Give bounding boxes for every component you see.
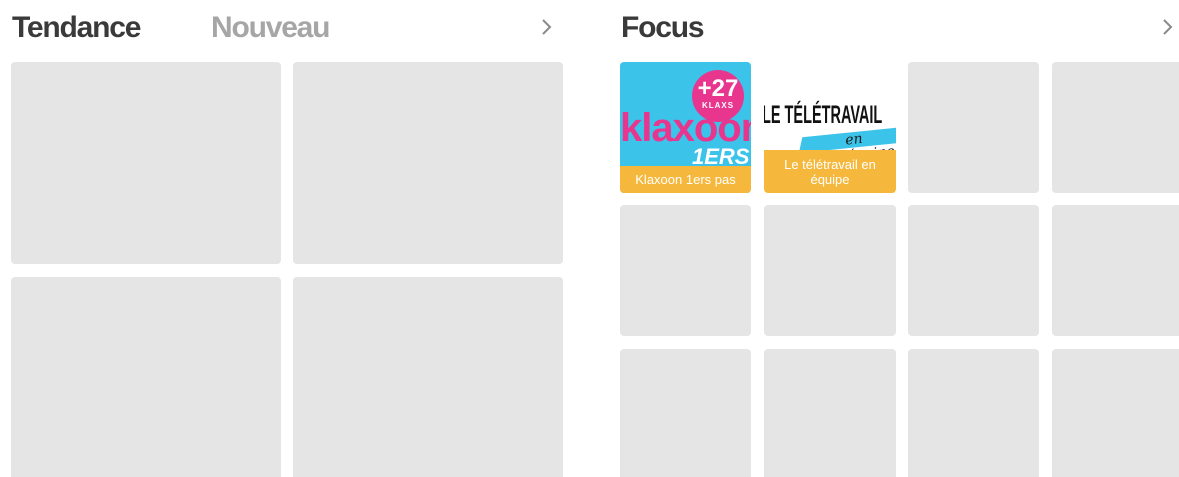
focus-placeholder-tile	[908, 205, 1039, 336]
focus-placeholder-tile	[620, 349, 751, 477]
trending-placeholder-tile	[293, 62, 563, 264]
focus-placeholder-tile	[908, 349, 1039, 477]
focus-placeholder-tile	[1052, 205, 1179, 336]
trending-placeholder-tile	[11, 277, 281, 477]
trending-placeholder-tile	[293, 277, 563, 477]
cover-headline: LE TÉLÉTRAVAIL	[764, 101, 883, 129]
section-title-focus: Focus	[621, 11, 705, 44]
focus-placeholder-tile	[1052, 349, 1179, 477]
focus-placeholder-tile	[764, 349, 896, 477]
focus-placeholder-tile	[764, 205, 896, 336]
tab-new[interactable]: Nouveau	[211, 6, 330, 50]
tab-trending[interactable]: Tendance	[12, 6, 141, 50]
focus-card-klaxoon[interactable]: +27 KLAXS klaxoon 1ERS PAS Klaxoon 1ers …	[620, 62, 751, 193]
chevron-right-icon[interactable]	[538, 14, 558, 44]
focus-placeholder-tile	[1052, 62, 1179, 193]
card-caption: Le télétravail en équipe	[764, 150, 896, 193]
chevron-right-icon[interactable]	[1159, 14, 1179, 44]
badge-number: +27	[697, 75, 739, 102]
trending-placeholder-tile	[11, 62, 281, 264]
card-caption: Klaxoon 1ers pas	[620, 166, 751, 193]
focus-card-teletravail[interactable]: LE TÉLÉTRAVAIL en équipe Le télétravail …	[764, 62, 896, 193]
trending-header: Tendance Nouveau	[12, 6, 560, 50]
focus-placeholder-tile	[908, 62, 1039, 193]
focus-placeholder-tile	[620, 205, 751, 336]
home-panels: Tendance Nouveau Focus +27 KLAXS klaxoon…	[0, 0, 1179, 477]
